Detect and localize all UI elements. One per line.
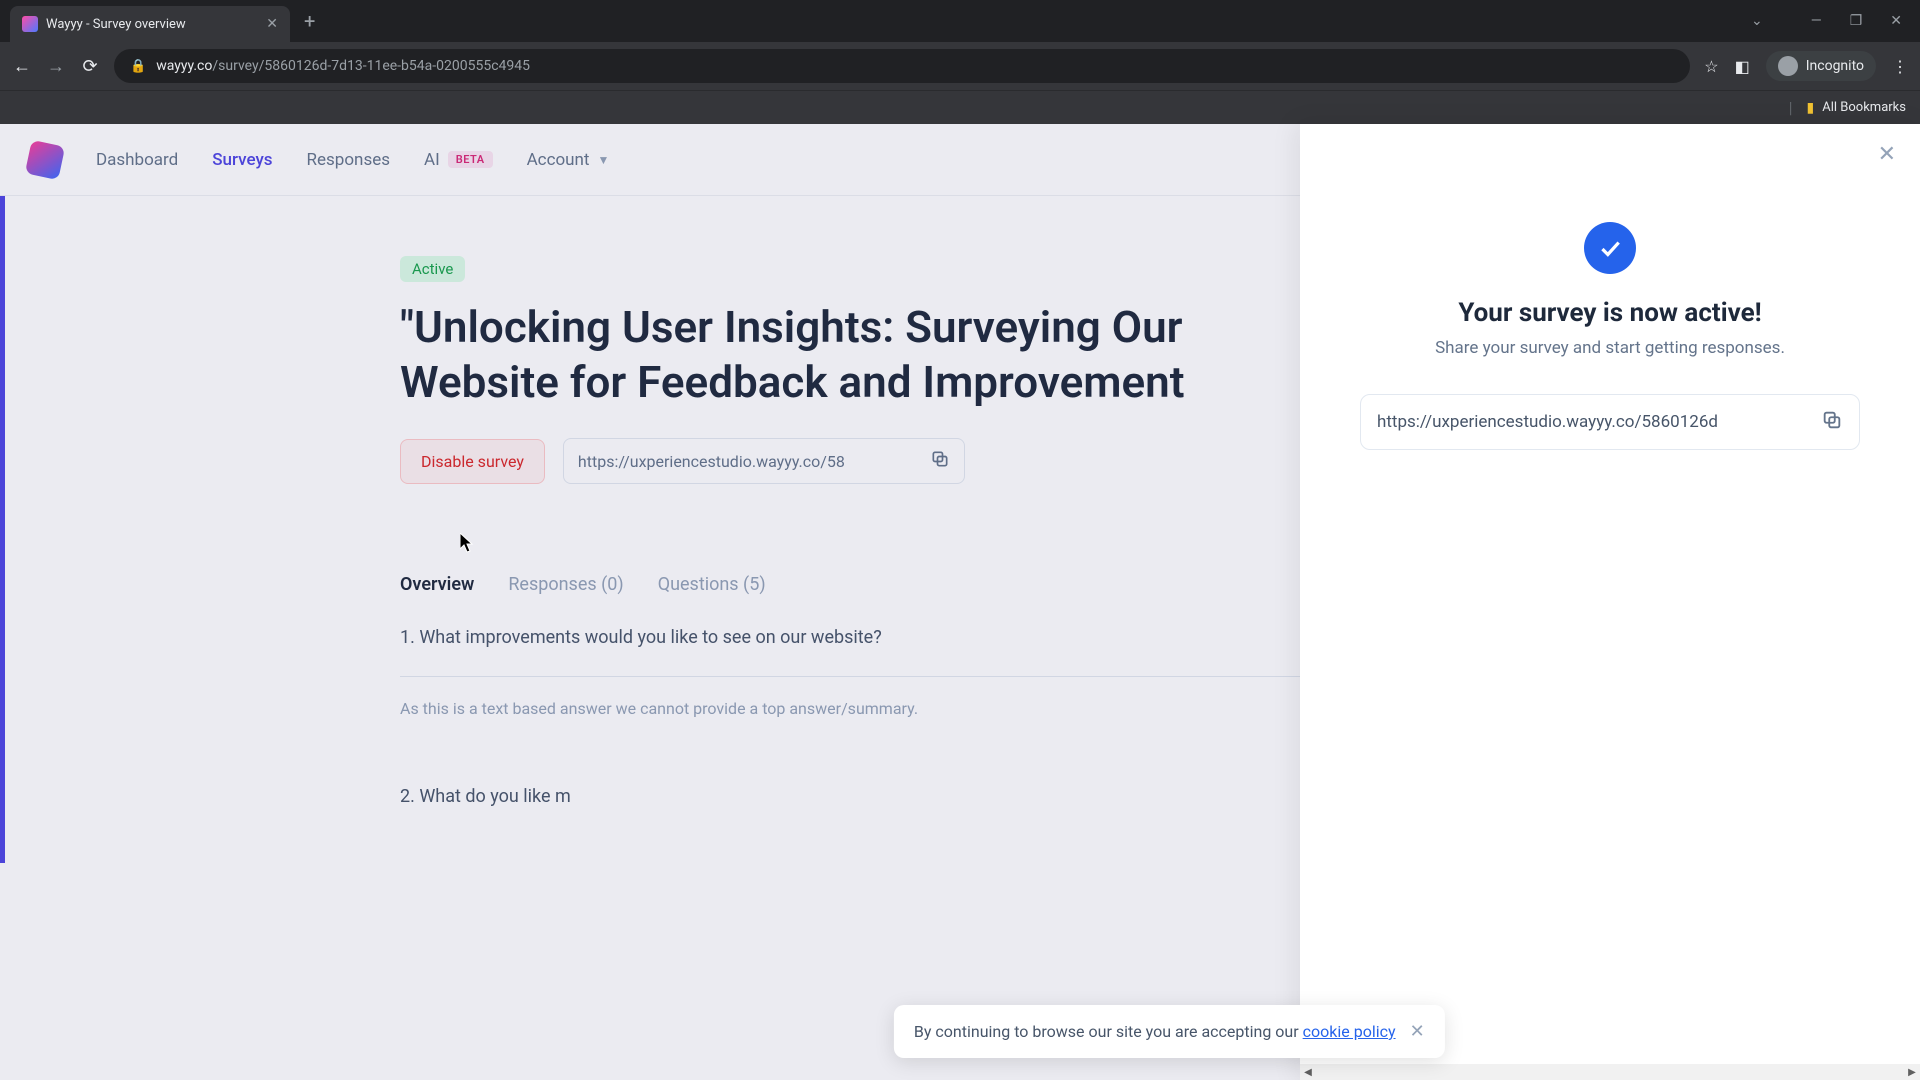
reload-button[interactable]: ⟳ (80, 56, 100, 77)
browser-tab[interactable]: Wayyy - Survey overview ✕ (10, 6, 290, 42)
app-header: Dashboard Surveys Responses AIBETA Accou… (0, 124, 1300, 196)
nav-surveys[interactable]: Surveys (212, 150, 272, 170)
success-check-icon (1584, 222, 1636, 274)
address-bar[interactable]: 🔒 wayyy.co/survey/5860126d-7d13-11ee-b54… (114, 49, 1690, 83)
question-note: As this is a text based answer we cannot… (400, 699, 1300, 718)
app-logo[interactable] (25, 139, 65, 179)
tab-questions[interactable]: Questions (5) (658, 574, 766, 599)
tab-title: Wayyy - Survey overview (46, 17, 258, 32)
question-card: 1. What improvements would you like to s… (400, 627, 1300, 746)
tab-responses[interactable]: Responses (0) (508, 574, 623, 599)
panel-title: Your survey is now active! (1334, 298, 1886, 328)
forward-button[interactable]: → (46, 56, 66, 77)
horizontal-scrollbar[interactable]: ◀ ▶ (1300, 1064, 1920, 1080)
url-text: wayyy.co/survey/5860126d-7d13-11ee-b54a-… (156, 58, 530, 74)
window-maximize-icon[interactable]: ❐ (1850, 13, 1863, 29)
question-title: 2. What do you like m (400, 786, 1300, 807)
beta-badge: BETA (448, 151, 493, 168)
copy-icon[interactable] (1821, 409, 1843, 435)
tab-close-icon[interactable]: ✕ (266, 16, 278, 32)
scroll-left-arrow[interactable]: ◀ (1300, 1064, 1316, 1080)
panel-subtitle: Share your survey and start getting resp… (1334, 338, 1886, 358)
panel-url-text: https://uxperiencestudio.wayyy.co/586012… (1377, 412, 1809, 432)
cookie-text: By continuing to browse our site you are… (914, 1022, 1396, 1041)
cookie-close-button[interactable]: ✕ (1410, 1021, 1425, 1042)
survey-url-box[interactable]: https://uxperiencestudio.wayyy.co/58 (563, 438, 965, 484)
window-minimize-icon[interactable]: ― (1811, 13, 1822, 29)
question-card: 2. What do you like m (400, 786, 1300, 863)
incognito-badge[interactable]: Incognito (1766, 51, 1876, 81)
tab-overview[interactable]: Overview (400, 574, 474, 599)
nav-account[interactable]: Account▼ (527, 150, 610, 170)
activation-panel: ✕ Your survey is now active! Share your … (1300, 124, 1920, 1080)
panel-close-button[interactable]: ✕ (1878, 142, 1896, 167)
nav-responses[interactable]: Responses (307, 150, 390, 170)
nav-dashboard[interactable]: Dashboard (96, 150, 178, 170)
survey-title: "Unlocking User Insights: Surveying Our … (400, 300, 1300, 410)
extensions-icon[interactable]: ◧ (1735, 57, 1750, 76)
disable-survey-button[interactable]: Disable survey (400, 439, 545, 484)
tabs-dropdown-icon[interactable]: ⌄ (1751, 13, 1763, 29)
lock-icon: 🔒 (130, 59, 146, 74)
cookie-policy-link[interactable]: cookie policy (1303, 1022, 1396, 1041)
panel-url-box[interactable]: https://uxperiencestudio.wayyy.co/586012… (1360, 394, 1860, 450)
nav-ai[interactable]: AIBETA (424, 150, 493, 170)
chevron-down-icon: ▼ (598, 153, 610, 167)
tab-favicon (22, 16, 38, 32)
scroll-right-arrow[interactable]: ▶ (1904, 1064, 1920, 1080)
survey-url-text: https://uxperiencestudio.wayyy.co/58 (578, 452, 918, 471)
cookie-banner: By continuing to browse our site you are… (894, 1005, 1445, 1058)
accent-edge (0, 196, 5, 863)
bookmarks-divider: | (1789, 98, 1793, 117)
divider (400, 676, 1300, 677)
bookmarks-folder-icon: ▮ (1807, 100, 1815, 116)
bookmark-star-icon[interactable]: ☆ (1704, 57, 1718, 76)
back-button[interactable]: ← (12, 56, 32, 77)
question-title: 1. What improvements would you like to s… (400, 627, 1300, 648)
browser-menu-icon[interactable]: ⋮ (1892, 57, 1908, 76)
incognito-label: Incognito (1806, 58, 1864, 74)
new-tab-button[interactable]: + (304, 9, 315, 33)
all-bookmarks-button[interactable]: All Bookmarks (1822, 100, 1906, 115)
window-close-icon[interactable]: ✕ (1890, 13, 1902, 29)
incognito-icon (1778, 56, 1798, 76)
status-badge: Active (400, 256, 465, 282)
copy-icon[interactable] (930, 449, 950, 473)
